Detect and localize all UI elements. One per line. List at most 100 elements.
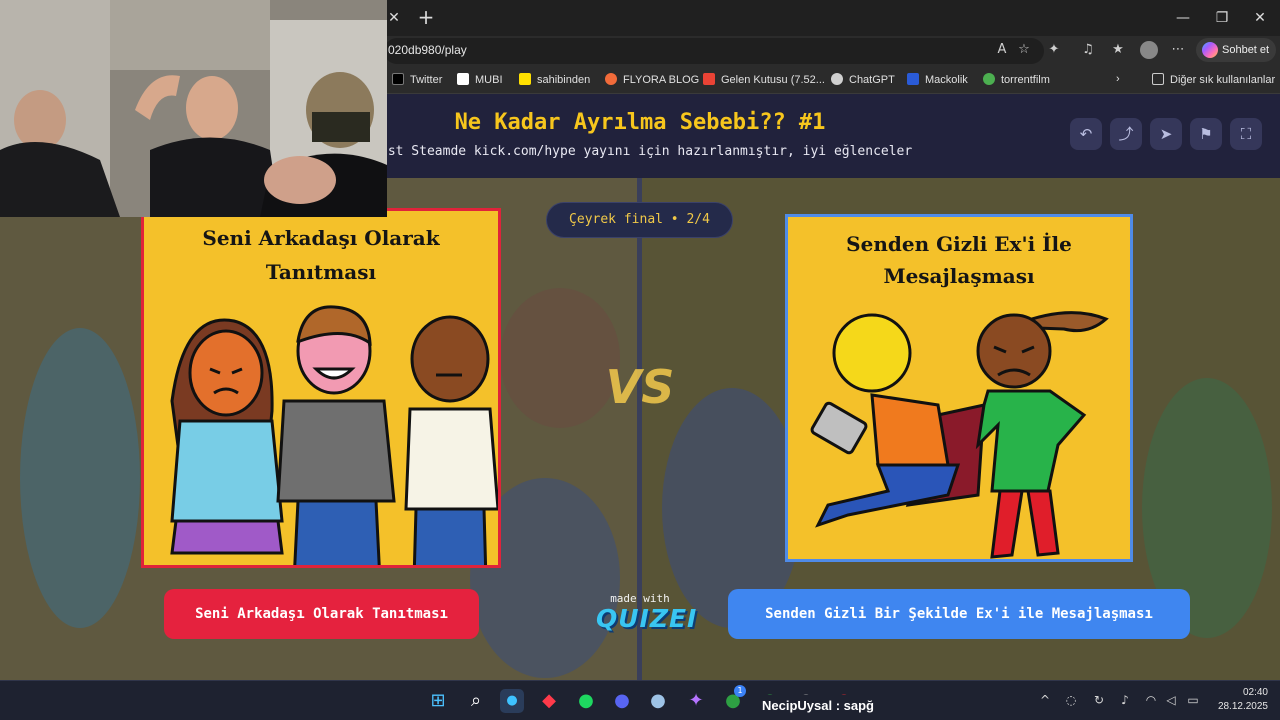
read-aloud-icon[interactable]: A — [992, 40, 1012, 60]
bookmark-mubi[interactable]: MUBI — [457, 73, 503, 86]
window-close-icon[interactable]: ✕ — [1245, 6, 1275, 30]
copilot-icon — [1202, 42, 1218, 58]
bookmarks-overflow-chevron-icon[interactable]: › — [1116, 73, 1120, 85]
folder-icon — [1152, 73, 1164, 85]
left-choice-button[interactable]: Seni Arkadaşı Olarak Tanıtması — [164, 589, 479, 639]
copilot-taskbar-icon[interactable]: ✦ — [684, 689, 708, 713]
tray-overflow-chevron-icon[interactable]: ^ — [1036, 692, 1054, 708]
other-favorites-folder[interactable]: Diğer sık kullanılanlar — [1152, 73, 1275, 86]
copilot-label: Sohbet et — [1222, 44, 1270, 56]
yellow-person-shirt — [870, 393, 950, 467]
webcam-feed — [0, 0, 387, 217]
quiz-subtitle: ust Steamde kick.com/hype yayını için ha… — [380, 144, 913, 159]
left-card-title-line2: Tanıtması — [265, 260, 377, 284]
clock-date: 28.12.2025 — [1217, 701, 1268, 712]
wifi-icon[interactable]: ◠ — [1142, 692, 1160, 708]
torrentfilm-icon — [983, 73, 995, 85]
left-card-illustration — [170, 305, 498, 565]
gmail-icon — [703, 73, 715, 85]
report-button[interactable]: ⚑ — [1190, 118, 1222, 150]
favorites-icon[interactable]: ★ — [1108, 40, 1128, 60]
address-bar[interactable]: 020db980/play — [384, 38, 1044, 64]
share-button[interactable]: ⤴ — [1110, 118, 1142, 150]
send-icon: ➤ — [1159, 125, 1173, 143]
fullscreen-button[interactable]: ⛶ — [1230, 118, 1262, 150]
screen: ✕ + — ❐ ✕ 020db980/play A ☆ ✦ ♫ ★ ⋯ Sohb… — [0, 0, 1280, 720]
minimize-icon[interactable]: — — [1168, 6, 1198, 30]
maximize-icon[interactable]: ❐ — [1207, 6, 1237, 30]
right-card-title-line1: Senden Gizli Ex'i İle — [846, 232, 1072, 256]
quiz-title: Ne Kadar Ayrılma Sebebi?? #1 — [454, 110, 826, 135]
bookmark-gmail[interactable]: Gelen Kutusu (7.52... — [703, 73, 825, 86]
x-icon — [392, 73, 404, 85]
yellow-person-pants — [815, 463, 961, 528]
undo-icon: ↶ — [1079, 125, 1093, 143]
system-clock[interactable]: 02:40 28.12.2025 — [1206, 686, 1268, 714]
yellow-person-head — [832, 313, 912, 393]
bookmark-twitter[interactable]: Twitter — [392, 73, 442, 86]
quizei-logo[interactable]: QUIZEI — [596, 604, 696, 633]
bookmark-sahibinden[interactable]: sahibinden — [519, 73, 590, 86]
new-tab-button[interactable]: + — [414, 6, 438, 30]
discord-icon[interactable]: ● — [610, 689, 634, 713]
right-card-title-line2: Mesajlaşması — [883, 264, 1035, 288]
girl-skirt — [170, 519, 284, 555]
bookmark-flyora-blog[interactable]: FLYORA BLOG — [605, 73, 699, 86]
favorite-star-icon[interactable]: ☆ — [1014, 40, 1034, 60]
taskbar: ⊞ ⌕ ● ◆ ● ● ● ✦ ● 1 ● ● ● — [0, 680, 1280, 720]
flag-icon: ⚑ — [1199, 125, 1213, 143]
friend-shirt — [404, 407, 498, 511]
webcam-overlay — [0, 0, 387, 217]
right-card-illustration — [810, 311, 1109, 559]
sahibinden-icon — [519, 73, 531, 85]
undo-button[interactable]: ↶ — [1070, 118, 1102, 150]
flyora-icon — [605, 73, 617, 85]
right-choice-button[interactable]: Senden Gizli Bir Şekilde Ex'i ile Mesajl… — [728, 589, 1190, 639]
phone-tablet — [810, 401, 868, 455]
send-button[interactable]: ➤ — [1150, 118, 1182, 150]
mackolik-icon — [907, 73, 919, 85]
windows-start-icon[interactable]: ⊞ — [426, 689, 450, 713]
bg-blur-shape — [20, 328, 140, 628]
bookmark-mackolik[interactable]: Mackolik — [907, 73, 968, 86]
app-red-diamond-icon[interactable]: ◆ — [537, 689, 561, 713]
split-screen-icon[interactable]: ♫ — [1078, 40, 1098, 60]
chat-overlay-text: NecipUysal : sapğ — [762, 695, 902, 717]
right-option-card[interactable]: Senden Gizli Ex'i İle Mesajlaşması — [785, 214, 1133, 562]
search-icon[interactable]: ⌕ — [464, 689, 488, 713]
copilot-button[interactable]: Sohbet et — [1196, 38, 1276, 62]
microphone-icon[interactable]: ♪ — [1116, 692, 1134, 708]
girl-shirt — [170, 419, 284, 523]
tray-app-icon[interactable]: ◌ — [1062, 692, 1080, 708]
notification-badge: 1 — [734, 685, 746, 697]
battery-icon[interactable]: ▭ — [1184, 692, 1202, 708]
girl-dress — [975, 389, 1087, 493]
boy-sweater — [276, 399, 396, 503]
extensions-icon[interactable]: ✦ — [1044, 40, 1064, 60]
spotify-icon[interactable]: ● — [574, 689, 598, 713]
fullscreen-icon: ⛶ — [1240, 125, 1252, 143]
more-menu-icon[interactable]: ⋯ — [1168, 40, 1188, 60]
round-indicator: Çeyrek final • 2/4 — [546, 202, 733, 238]
bookmark-chatgpt[interactable]: ChatGPT — [831, 73, 895, 86]
chatgpt-icon — [831, 73, 843, 85]
boy-jeans — [293, 499, 381, 565]
girl-legs — [990, 489, 1060, 559]
mubi-icon — [457, 73, 469, 85]
edge-browser-icon[interactable]: ● — [500, 689, 524, 713]
steam-icon[interactable]: ● — [646, 689, 670, 713]
volume-icon[interactable]: ◁ — [1162, 692, 1180, 708]
close-tab-icon[interactable]: ✕ — [384, 8, 404, 28]
girl-face — [976, 313, 1052, 389]
girl-face — [188, 329, 264, 417]
left-option-card[interactable]: Seni Arkadaşı Olarak Tanıtması — [141, 208, 501, 568]
bookmark-torrentfilm[interactable]: torrentfilm — [983, 73, 1050, 86]
profile-avatar-icon[interactable] — [1140, 41, 1158, 59]
tray-sync-icon[interactable]: ↻ — [1090, 692, 1108, 708]
url-text[interactable]: 020db980/play — [388, 43, 467, 57]
versus-badge: VS — [605, 360, 675, 414]
left-card-title-line1: Seni Arkadaşı Olarak — [202, 226, 440, 250]
clock-time: 02:40 — [1242, 687, 1268, 698]
share-icon: ⤴ — [1118, 125, 1134, 143]
friend-jeans — [412, 507, 488, 565]
